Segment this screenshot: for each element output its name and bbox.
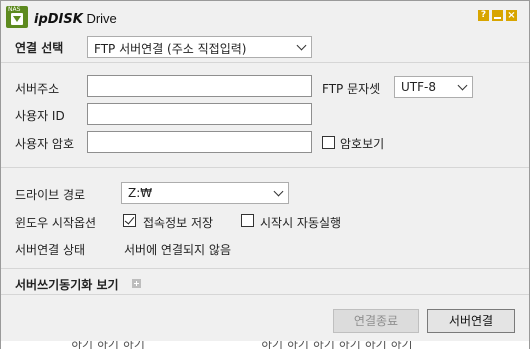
divider: [1, 294, 529, 295]
connection-status-label: 서버연결 상태: [15, 243, 86, 257]
sync-view-toggle[interactable]: 서버쓰기동기화 보기: [15, 276, 119, 293]
password-input[interactable]: [87, 131, 312, 153]
title-bar[interactable]: NAS ipDISK Drive ? ×: [1, 1, 529, 33]
user-id-label: 사용자 ID: [15, 109, 65, 123]
background-window-strip: 하기 하기 하기 하기 하기 하기 하기 하기 하기: [1, 341, 529, 349]
close-button[interactable]: ×: [506, 10, 517, 21]
connect-button[interactable]: 서버연결: [427, 309, 515, 333]
logo-text: NAS: [8, 6, 21, 13]
connection-type-select[interactable]: FTP 서버연결 (주소 직접입력): [87, 36, 312, 58]
auto-run-checkbox[interactable]: [241, 214, 254, 227]
download-arrow-icon: [11, 13, 23, 25]
background-text: 하기 하기 하기: [71, 341, 145, 349]
connection-select-label: 연결 선택: [15, 41, 64, 55]
ipdisk-drive-window: NAS ipDISK Drive ? × 연결 선택 FTP 서버연결 (주소 …: [0, 0, 530, 349]
app-logo-icon: NAS: [6, 6, 28, 28]
save-info-checkbox[interactable]: [123, 214, 136, 227]
help-button[interactable]: ?: [478, 10, 489, 21]
drive-letter-value: Z:₩: [128, 186, 153, 200]
title-product: Drive: [82, 11, 117, 26]
expand-icon[interactable]: [132, 279, 141, 288]
connection-row: 연결 선택 FTP 서버연결 (주소 직접입력): [1, 33, 529, 61]
password-label: 사용자 암호: [15, 137, 75, 151]
window-title: ipDISK Drive: [34, 11, 117, 28]
divider: [1, 167, 529, 168]
auto-run-label: 시작시 자동실행: [260, 216, 342, 230]
chevron-down-icon: [296, 40, 307, 51]
divider: [1, 62, 529, 63]
divider: [1, 268, 529, 269]
ftp-charset-label: FTP 문자셋: [322, 82, 381, 96]
minimize-button[interactable]: [492, 10, 503, 21]
chevron-down-icon: [273, 186, 284, 197]
connection-status-value: 서버에 연결되지 않음: [124, 243, 231, 257]
show-password-checkbox[interactable]: [322, 136, 335, 149]
title-brand: ipDISK: [34, 12, 83, 27]
footer: 연결종료 서버연결: [1, 297, 529, 341]
background-text: 하기 하기 하기 하기 하기 하기: [261, 341, 413, 349]
user-id-input[interactable]: [87, 103, 312, 125]
startup-options-label: 윈도우 시작옵션: [15, 216, 97, 230]
connection-type-value: FTP 서버연결 (주소 직접입력): [94, 42, 247, 56]
server-address-label: 서버주소: [15, 82, 60, 96]
show-password-label: 암호보기: [340, 137, 385, 151]
ftp-charset-value: UTF-8: [401, 80, 436, 94]
server-address-input[interactable]: [87, 75, 312, 97]
disconnect-button[interactable]: 연결종료: [333, 309, 419, 333]
drive-path-label: 드라이브 경로: [15, 188, 86, 202]
drive-letter-select[interactable]: Z:₩: [121, 182, 289, 204]
save-info-label: 접속정보 저장: [143, 216, 214, 230]
ftp-charset-select[interactable]: UTF-8: [394, 76, 473, 98]
chevron-down-icon: [457, 80, 468, 91]
